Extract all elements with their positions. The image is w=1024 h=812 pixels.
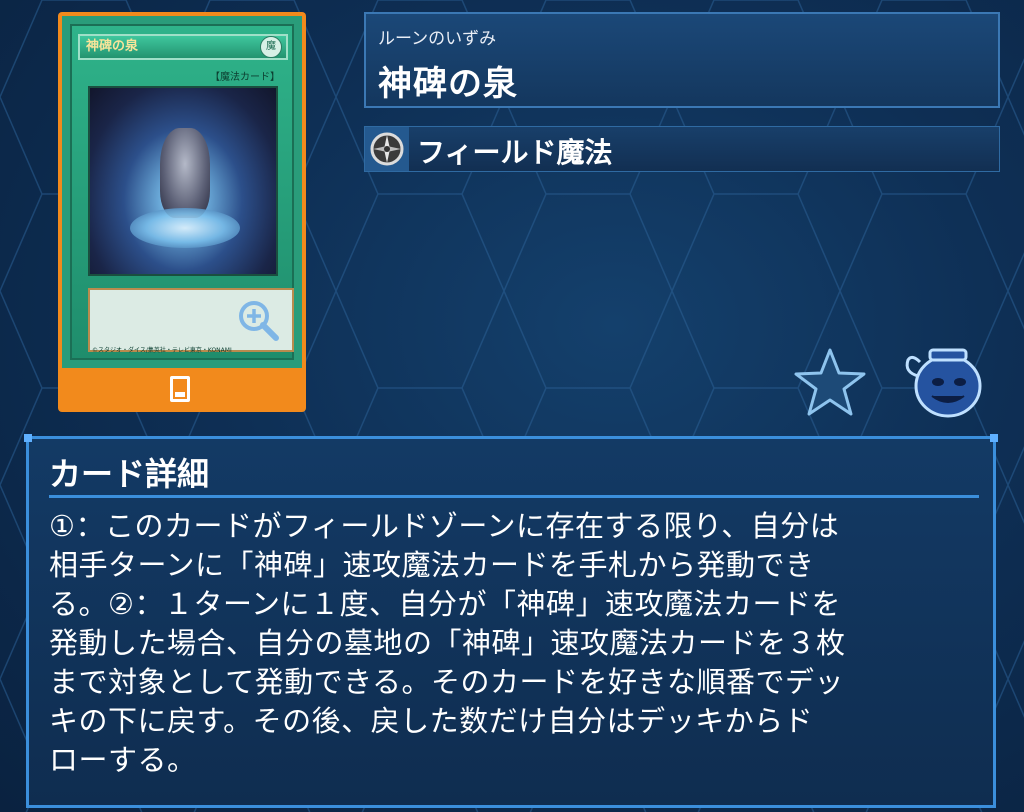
card-name: 神碑の泉 (378, 64, 518, 104)
card-name-panel: ルーンのいずみ 神碑の泉 (364, 12, 1000, 108)
field-spell-icon (365, 127, 409, 171)
card-details-title: カード詳細 (49, 455, 210, 493)
card-text-box (88, 288, 294, 352)
card-name-ruby: ルーンのいずみ (378, 29, 497, 49)
card-body: 神碑の泉 魔 【魔法カード】 ©スタジオ・ダイス/集英社・テレビ東京・KONAM… (70, 24, 294, 360)
card-details-panel[interactable]: カード詳細 ①：このカードがフィールドゾーンに存在する限り、自分は 相手ターンに… (24, 434, 998, 808)
divider (49, 495, 979, 498)
card-type-panel: フィールド魔法 (364, 126, 1000, 172)
card-attribute-icon: 魔 (260, 36, 282, 58)
zoom-in-icon[interactable] (236, 298, 280, 342)
compass-icon (370, 132, 404, 166)
card-icon[interactable] (170, 376, 190, 402)
card-image: 神碑の泉 魔 【魔法カード】 ©スタジオ・ダイス/集英社・テレビ東京・KONAM… (62, 16, 302, 368)
card-effect-text: ①：このカードがフィールドゾーンに存在する限り、自分は 相手ターンに「神碑」速攻… (49, 509, 846, 777)
pot-icon[interactable] (902, 346, 986, 418)
card-art-name: 神碑の泉 (78, 34, 288, 60)
card-artwork (88, 86, 278, 276)
star-icon[interactable] (794, 346, 866, 418)
card-type-label: フィールド魔法 (417, 136, 613, 169)
card-copyright: ©スタジオ・ダイス/集英社・テレビ東京・KONAMI (92, 347, 232, 354)
card-image-frame[interactable]: 神碑の泉 魔 【魔法カード】 ©スタジオ・ダイス/集英社・テレビ東京・KONAM… (58, 12, 306, 412)
card-type-line: 【魔法カード】 (210, 72, 280, 83)
